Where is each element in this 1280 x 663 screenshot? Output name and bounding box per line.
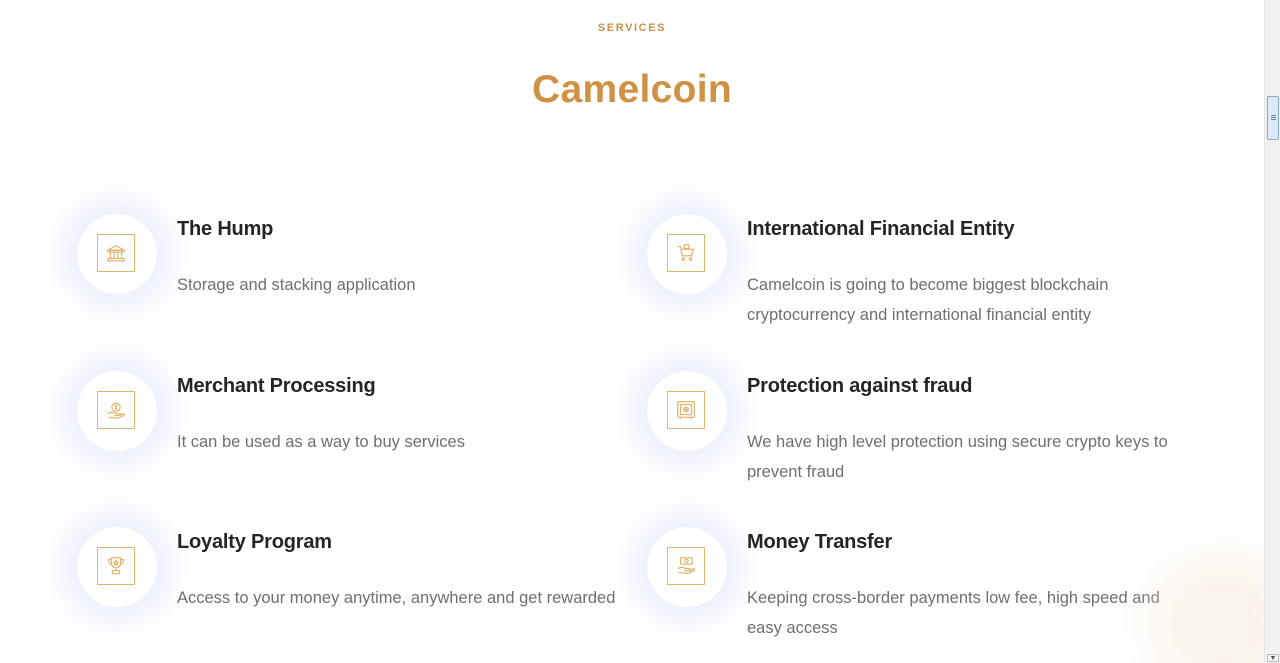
- safe-icon: [667, 391, 705, 429]
- service-title: The Hump: [177, 218, 274, 240]
- trophy-icon: [97, 547, 135, 585]
- icon-circle: [647, 527, 727, 607]
- service-description: Access to your money anytime, anywhere a…: [177, 589, 616, 607]
- service-title: Protection against fraud: [747, 375, 973, 397]
- icon-circle: [77, 214, 157, 294]
- service-description: It can be used as a way to buy services: [177, 433, 465, 451]
- service-title: Merchant Processing: [177, 375, 376, 397]
- vertical-scrollbar[interactable]: ▼: [1264, 0, 1280, 663]
- section-title: Camelcoin: [532, 68, 732, 111]
- money-hand-icon: [97, 391, 135, 429]
- shopping-cart-icon: [667, 234, 705, 272]
- icon-circle: [647, 371, 727, 451]
- service-title: International Financial Entity: [747, 218, 1015, 240]
- scroll-down-arrow-icon[interactable]: ▼: [1267, 654, 1279, 662]
- cash-transfer-icon: [667, 547, 705, 585]
- service-description: We have high level protection using secu…: [747, 433, 1168, 481]
- floating-widget[interactable]: [1183, 592, 1247, 652]
- service-description: Storage and stacking application: [177, 276, 416, 294]
- icon-circle: [77, 371, 157, 451]
- service-title: Money Transfer: [747, 531, 893, 553]
- service-description: Camelcoin is going to become biggest blo…: [747, 276, 1109, 324]
- section-eyebrow: SERVICES: [597, 22, 667, 34]
- scrollbar-thumb[interactable]: [1267, 96, 1279, 140]
- page-content: SERVICES Camelcoin The Hump Storage and …: [0, 0, 1264, 663]
- scrollbar-grip-icon: [1271, 115, 1276, 116]
- service-title: Loyalty Program: [177, 531, 332, 553]
- icon-circle: [77, 527, 157, 607]
- icon-circle: [647, 214, 727, 294]
- bank-icon: [97, 234, 135, 272]
